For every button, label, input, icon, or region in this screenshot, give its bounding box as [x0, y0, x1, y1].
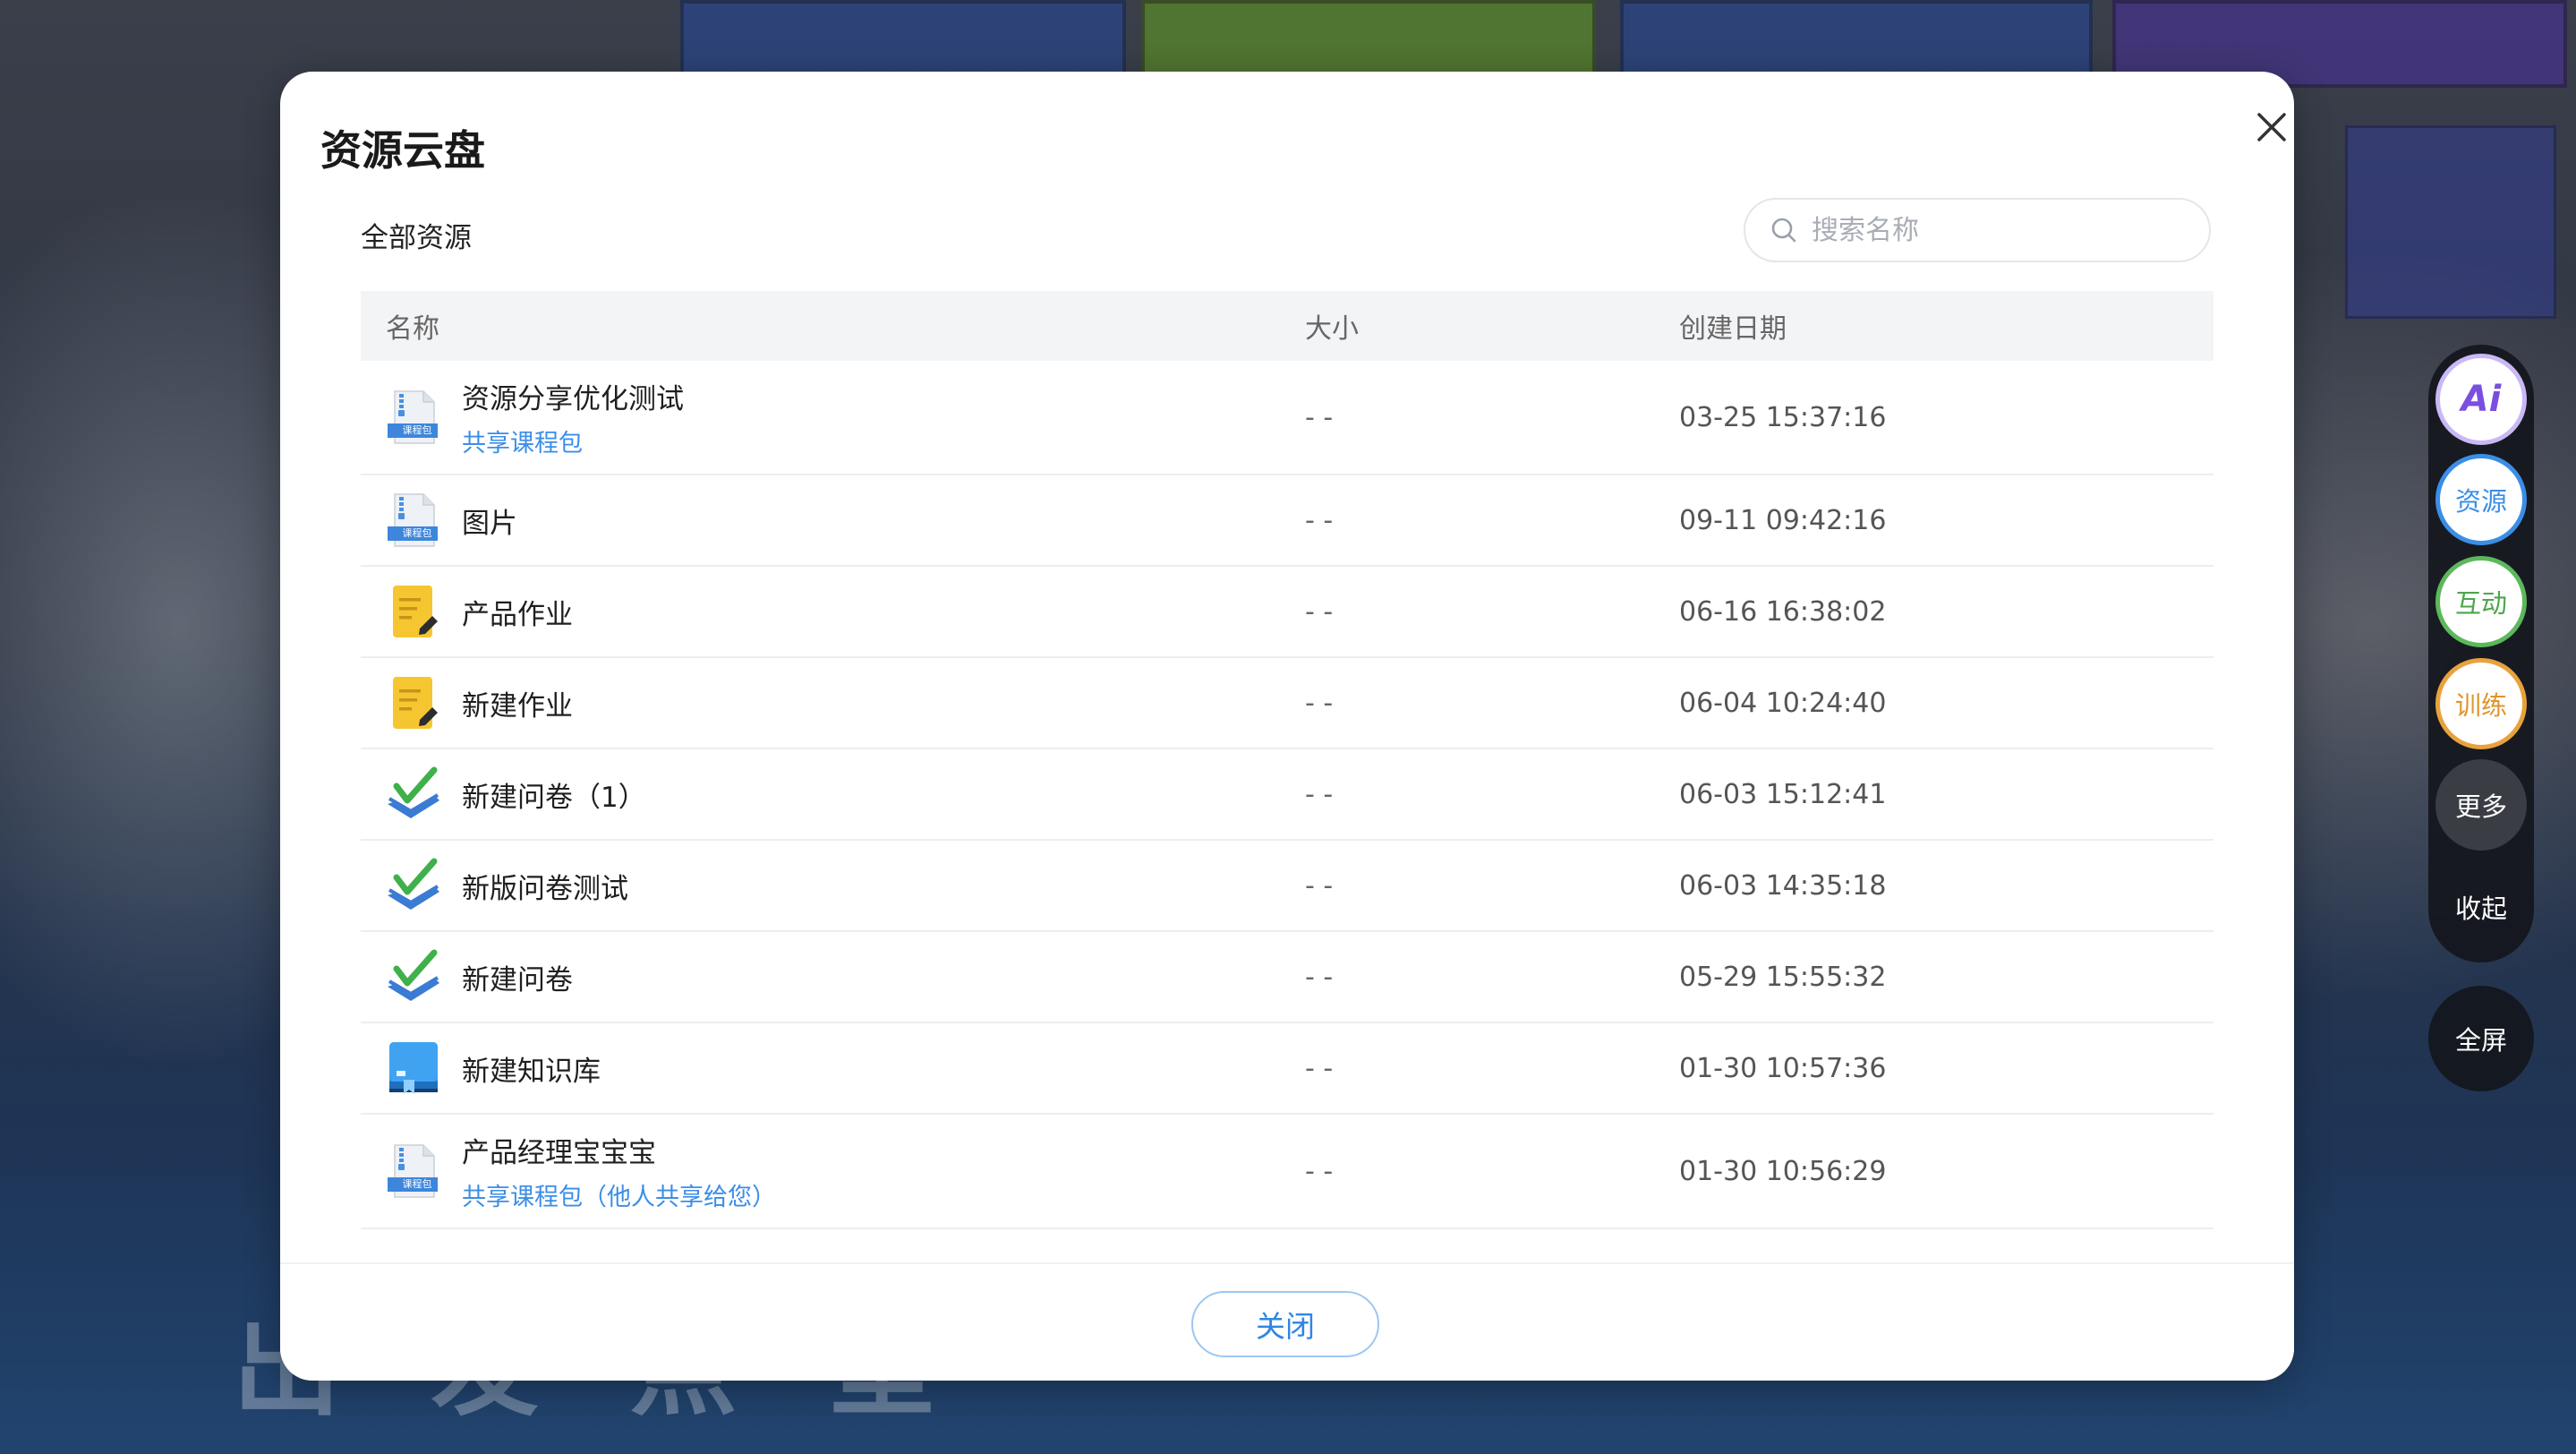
- column-date: 创建日期: [1679, 313, 1787, 345]
- column-name: 名称: [386, 313, 439, 345]
- questionnaire-icon: [382, 945, 445, 1008]
- close-button[interactable]: 关闭: [1191, 1291, 1379, 1357]
- course-badge-label: 课程包: [402, 424, 432, 436]
- item-date: 06-03 14:35:18: [1679, 869, 1887, 902]
- more-button[interactable]: 更多: [2435, 759, 2527, 851]
- item-name-block: 资源分享优化测试共享课程包: [462, 376, 684, 458]
- item-name[interactable]: 产品经理宝宝宝: [462, 1130, 776, 1170]
- resources-button[interactable]: 资源: [2435, 454, 2527, 545]
- search-input[interactable]: [1810, 213, 2189, 247]
- table-row[interactable]: 新建问卷（1） - - 06-03 15:12:41: [361, 749, 2213, 841]
- table-row[interactable]: 课程包 产品经理宝宝宝共享课程包（他人共享给您） - - 01-30 10:56:29: [361, 1115, 2213, 1229]
- training-button[interactable]: 训练: [2435, 658, 2527, 749]
- item-name[interactable]: 新建知识库: [462, 1048, 601, 1089]
- table-row[interactable]: 课程包 图片 - - 09-11 09:42:16: [361, 475, 2213, 567]
- item-name-block: 新建问卷: [462, 957, 573, 997]
- table-row[interactable]: 课程包 资源分享优化测试共享课程包 - - 03-25 15:37:16: [361, 361, 2213, 475]
- item-size: - -: [1305, 1052, 1334, 1084]
- table-row[interactable]: 新建知识库 - - 01-30 10:57:36: [361, 1023, 2213, 1115]
- side-toolbar: Ai 资源 互动 训练 更多 收起: [2428, 345, 2534, 962]
- item-share-tag: 共享课程包（他人共享给您）: [462, 1184, 776, 1211]
- modal-footer: 关闭: [280, 1262, 2294, 1381]
- item-name-block: 新建作业: [462, 683, 573, 723]
- item-size: - -: [1305, 401, 1334, 433]
- item-date: 06-03 15:12:41: [1679, 778, 1887, 810]
- item-name[interactable]: 新建问卷: [462, 957, 573, 997]
- item-date: 06-16 16:38:02: [1679, 595, 1887, 628]
- item-name-block: 新建问卷（1）: [462, 774, 646, 815]
- item-size: - -: [1305, 869, 1334, 902]
- item-date: 09-11 09:42:16: [1679, 504, 1887, 536]
- item-name-block: 产品作业: [462, 592, 573, 632]
- table-row[interactable]: 新版问卷测试 - - 06-03 14:35:18: [361, 841, 2213, 932]
- item-date: 06-04 10:24:40: [1679, 687, 1887, 719]
- item-size: - -: [1305, 687, 1334, 719]
- item-date: 03-25 15:37:16: [1679, 401, 1887, 433]
- bg-panel: [2345, 125, 2556, 319]
- fullscreen-button[interactable]: 全屏: [2428, 986, 2534, 1091]
- item-name[interactable]: 新建问卷（1）: [462, 774, 646, 815]
- item-date: 01-30 10:57:36: [1679, 1052, 1887, 1084]
- collapse-button[interactable]: 收起: [2435, 861, 2527, 953]
- course-badge-label: 课程包: [402, 1178, 432, 1190]
- item-size: - -: [1305, 961, 1334, 993]
- item-name-block: 新版问卷测试: [462, 866, 628, 906]
- table-header: 名称 大小 创建日期: [361, 291, 2213, 361]
- item-name[interactable]: 新版问卷测试: [462, 866, 628, 906]
- assignment-icon: [382, 580, 445, 643]
- close-icon[interactable]: [2236, 91, 2294, 163]
- item-name-block: 产品经理宝宝宝共享课程包（他人共享给您）: [462, 1130, 776, 1212]
- item-name[interactable]: 新建作业: [462, 683, 573, 723]
- column-size: 大小: [1305, 313, 1359, 345]
- item-name[interactable]: 产品作业: [462, 592, 573, 632]
- interaction-button[interactable]: 互动: [2435, 556, 2527, 647]
- questionnaire-icon: [382, 763, 445, 825]
- ai-icon: Ai: [2461, 379, 2502, 420]
- item-share-tag: 共享课程包: [462, 430, 583, 458]
- table-row[interactable]: 产品作业 - - 06-16 16:38:02: [361, 567, 2213, 658]
- modal-title: 资源云盘: [320, 126, 485, 175]
- item-name-block: 图片: [462, 500, 517, 541]
- course-badge-label: 课程包: [402, 527, 432, 539]
- ai-button[interactable]: Ai: [2435, 354, 2527, 445]
- item-size: - -: [1305, 778, 1334, 810]
- item-size: - -: [1305, 1155, 1334, 1187]
- course-package-icon: 课程包: [382, 386, 445, 449]
- search-box[interactable]: [1744, 198, 2211, 262]
- breadcrumb-all-resources[interactable]: 全部资源: [361, 215, 472, 255]
- item-date: 05-29 15:55:32: [1679, 961, 1887, 993]
- item-date: 01-30 10:56:29: [1679, 1155, 1887, 1187]
- knowledge-base-icon: [382, 1037, 445, 1099]
- assignment-icon: [382, 671, 445, 734]
- course-package-icon: 课程包: [382, 1140, 445, 1202]
- table-row[interactable]: 新建问卷 - - 05-29 15:55:32: [361, 932, 2213, 1023]
- item-name[interactable]: 资源分享优化测试: [462, 376, 684, 416]
- table-body: 课程包 资源分享优化测试 共享课程包 - -03-25 15:37:16 课程包 图片 -…: [361, 361, 2213, 1229]
- item-name-block: 新建知识库: [462, 1048, 601, 1089]
- course-package-icon: 课程包: [382, 489, 445, 552]
- table-row[interactable]: 新建作业 - - 06-04 10:24:40: [361, 658, 2213, 749]
- search-icon: [1771, 218, 1796, 243]
- questionnaire-icon: [382, 854, 445, 917]
- item-name[interactable]: 图片: [462, 500, 517, 541]
- item-size: - -: [1305, 504, 1334, 536]
- item-size: - -: [1305, 595, 1334, 628]
- resource-cloud-modal: 资源云盘 全部资源 名称 大小 创建日期 课程包 资源分享优化测试共享课程包 - -…: [280, 72, 2294, 1381]
- resource-table: 名称 大小 创建日期 课程包 资源分享优化测试共享课程包 - - 03-25 15:3…: [361, 291, 2213, 1303]
